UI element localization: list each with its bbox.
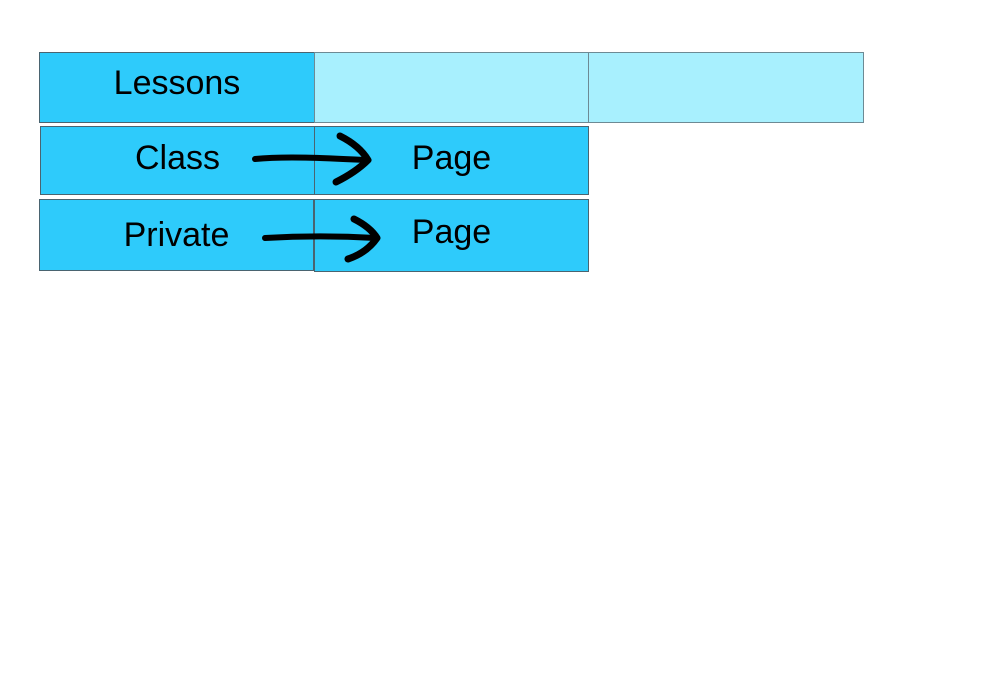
- empty-box-2: [588, 52, 864, 123]
- lessons-box: Lessons: [39, 52, 315, 123]
- private-label: Private: [123, 215, 230, 254]
- class-page-box: Page: [314, 126, 589, 195]
- empty-box-1: [314, 52, 589, 123]
- private-page-label: Page: [411, 213, 492, 251]
- private-box: Private: [39, 199, 314, 271]
- class-box: Class: [40, 126, 315, 195]
- lessons-label: Lessons: [113, 64, 241, 102]
- class-page-label: Page: [411, 139, 492, 177]
- class-label: Class: [134, 139, 221, 177]
- private-page-box: Page: [314, 199, 589, 272]
